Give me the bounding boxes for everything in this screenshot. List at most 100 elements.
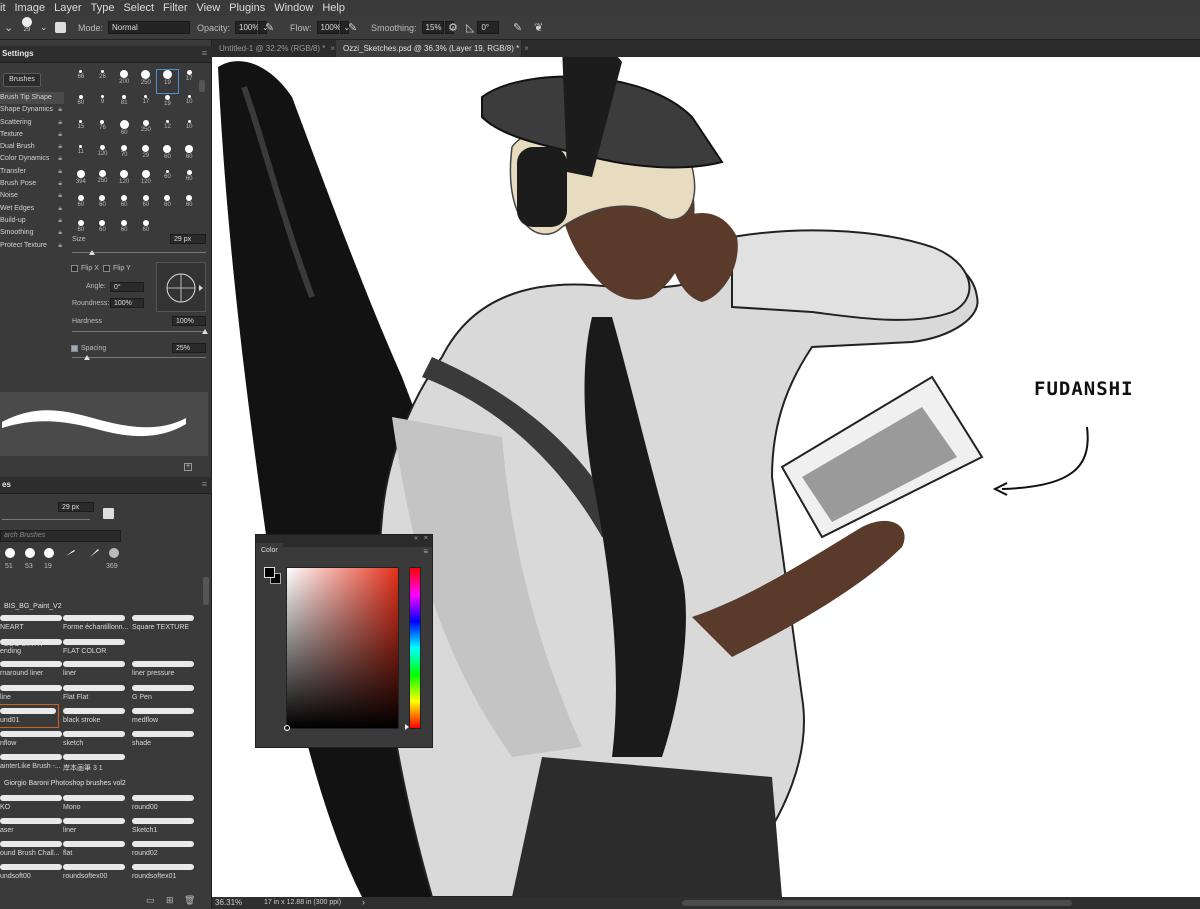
brush-preset[interactable]: Sketch1 xyxy=(132,815,198,837)
brush-preset[interactable]: liner xyxy=(63,815,129,837)
brush-preset[interactable]: FLAT COLOR xyxy=(63,636,129,658)
brush-preset[interactable]: nflow xyxy=(0,728,66,750)
brush-tip[interactable]: 250 xyxy=(92,170,114,193)
brush-tip[interactable]: 66 xyxy=(70,70,92,93)
brush-preset[interactable]: 岸本画筆 3 1 xyxy=(63,751,129,773)
brush-tip[interactable]: 120 xyxy=(92,145,114,168)
brush-tip[interactable]: 10 xyxy=(178,95,200,118)
brush-setting-item[interactable]: Noise 🔒︎ xyxy=(0,190,64,202)
brush-setting-item[interactable]: Wet Edges 🔒︎ xyxy=(0,203,64,215)
zoom-level[interactable]: 36.31% xyxy=(215,898,242,907)
brush-preset[interactable]: medflow xyxy=(132,705,198,727)
brush-setting-item[interactable]: Build-up 🔒︎ xyxy=(0,215,64,227)
brush-tip[interactable]: 70 xyxy=(113,145,135,168)
status-chevron-icon[interactable]: › xyxy=(362,897,365,907)
lock-icon[interactable]: 🔒︎ xyxy=(58,203,62,215)
hue-slider-thumb[interactable] xyxy=(405,724,409,730)
lock-icon[interactable]: 🔒︎ xyxy=(58,190,62,202)
brush-tip[interactable]: 200 xyxy=(113,70,135,93)
close-icon[interactable]: × xyxy=(330,44,335,53)
brush-tip[interactable]: 120 xyxy=(113,170,135,193)
brush-preset[interactable]: roundsoftex01 xyxy=(132,861,198,883)
opacity-pressure-icon[interactable]: ✎ xyxy=(265,19,274,36)
brush-preset[interactable]: undsoft00 xyxy=(0,861,66,883)
spacing-slider-thumb[interactable] xyxy=(84,355,90,360)
brush-tip[interactable]: 11 xyxy=(70,145,92,168)
close-icon[interactable]: × xyxy=(424,535,428,542)
brush-preset[interactable]: line xyxy=(0,682,66,704)
brush-preset[interactable]: Flat Flat xyxy=(63,682,129,704)
brush-tip[interactable]: 60 xyxy=(113,195,135,218)
folder-icon[interactable]: ▭ xyxy=(146,895,155,906)
brush-preset[interactable]: round00 xyxy=(132,792,198,814)
spacing-slider[interactable] xyxy=(72,357,206,358)
brush-setting-item[interactable]: Transfer 🔒︎ xyxy=(0,166,64,178)
brushes-size-slider[interactable] xyxy=(2,519,90,520)
brush-tip[interactable]: 120 xyxy=(135,170,157,193)
airbrush-icon[interactable]: ✎ xyxy=(348,19,357,36)
brush-tip[interactable]: 250 xyxy=(135,70,157,93)
brush-tip[interactable]: 60 xyxy=(92,220,114,243)
brush-preset[interactable]: ainterLike Brush -... xyxy=(0,751,66,773)
brush-settings-toggle[interactable] xyxy=(55,19,66,36)
brushes-size-input[interactable]: 29 px xyxy=(58,502,94,512)
menu-filter[interactable]: Filter xyxy=(163,2,187,14)
brush-preset[interactable]: liner pressure xyxy=(132,658,198,680)
menu-view[interactable]: View xyxy=(197,2,221,14)
brush-setting-item[interactable]: Dual Brush 🔒︎ xyxy=(0,141,64,153)
brush-search-input[interactable]: arch Brushes xyxy=(0,530,121,542)
menu-window[interactable]: Window xyxy=(274,2,313,14)
mode-dropdown[interactable]: Normal xyxy=(108,21,191,34)
brush-tip[interactable]: 60 xyxy=(178,195,200,218)
brush-preset[interactable]: ound Brush Chall... xyxy=(0,838,66,860)
hardness-slider[interactable] xyxy=(72,331,206,332)
brush-preset[interactable]: NEART xyxy=(0,612,66,634)
angle-input[interactable]: 0° xyxy=(110,282,144,292)
brush-tip[interactable]: 394 xyxy=(70,170,92,193)
brush-preset[interactable]: sketch xyxy=(63,728,129,750)
brush-tip[interactable]: 60 xyxy=(178,145,200,168)
spacing-checkbox[interactable] xyxy=(71,345,78,352)
brush-tip[interactable]: 60 xyxy=(70,95,92,118)
brush-edit-icon[interactable] xyxy=(103,508,114,519)
size-slider-thumb[interactable] xyxy=(89,250,95,255)
tab-untitled-1[interactable]: Untitled-1 @ 32.2% (RGB/8) * × xyxy=(212,40,337,57)
new-brush-icon[interactable]: + xyxy=(184,463,192,471)
brush-group-name[interactable]: EGO BIRTH xyxy=(4,641,42,648)
brush-tip[interactable]: 29 xyxy=(135,145,157,168)
brush-tip[interactable]: 19 xyxy=(155,69,180,94)
brush-setting-item[interactable]: Protect Texture 🔒︎ xyxy=(0,240,64,252)
symmetry-butterfly-icon[interactable]: ❦ xyxy=(534,19,543,36)
hue-slider[interactable] xyxy=(405,567,421,730)
brush-tip[interactable]: 60 xyxy=(92,195,114,218)
brush-preset[interactable]: Forme échantillonn... xyxy=(63,612,129,634)
collapse-icon[interactable]: « xyxy=(414,535,418,542)
brush-preset[interactable]: flat xyxy=(63,838,129,860)
foreground-swatch[interactable] xyxy=(264,567,275,578)
brush-setting-item[interactable]: Color Dynamics 🔒︎ xyxy=(0,153,64,165)
brush-setting-item[interactable]: Scattering 🔒︎ xyxy=(0,117,64,129)
brush-group-name[interactable]: Giorgio Baroni Photoshop brushes vol2 xyxy=(4,780,126,787)
spacing-input[interactable]: 25% xyxy=(172,343,206,353)
brush-setting-item[interactable]: Brush Tip Shape xyxy=(0,92,64,105)
panel-menu-icon[interactable]: ≡ xyxy=(202,479,207,489)
flip-x-checkbox[interactable] xyxy=(71,265,78,272)
color-picker-cursor[interactable] xyxy=(284,725,290,731)
flow-input[interactable]: 100% xyxy=(316,21,341,34)
brushes-button[interactable]: Brushes xyxy=(3,73,41,87)
hardness-slider-thumb[interactable] xyxy=(202,329,208,334)
size-input[interactable]: 29 px xyxy=(170,234,206,244)
angle-roundness-widget[interactable] xyxy=(156,262,206,312)
pressure-size-icon[interactable]: ✎ xyxy=(513,19,522,36)
horizontal-scrollbar[interactable] xyxy=(682,900,1072,906)
brush-tip[interactable]: 15 xyxy=(70,120,92,143)
tab-ozzi-sketches[interactable]: Ozzi_Sketches.psd @ 36.3% (Layer 19, RGB… xyxy=(336,40,529,57)
foreground-background-swatches[interactable] xyxy=(264,567,282,585)
brush-tip[interactable]: 60 xyxy=(70,195,92,218)
brush-preset[interactable]: G Pen xyxy=(132,682,198,704)
smoothing-input[interactable]: 15% xyxy=(421,21,444,34)
lock-icon[interactable]: 🔒︎ xyxy=(58,166,62,178)
tip-grid-scrollbar[interactable] xyxy=(199,80,205,92)
lock-icon[interactable]: 🔒︎ xyxy=(58,178,62,190)
brushes-scrollbar[interactable] xyxy=(203,577,209,605)
